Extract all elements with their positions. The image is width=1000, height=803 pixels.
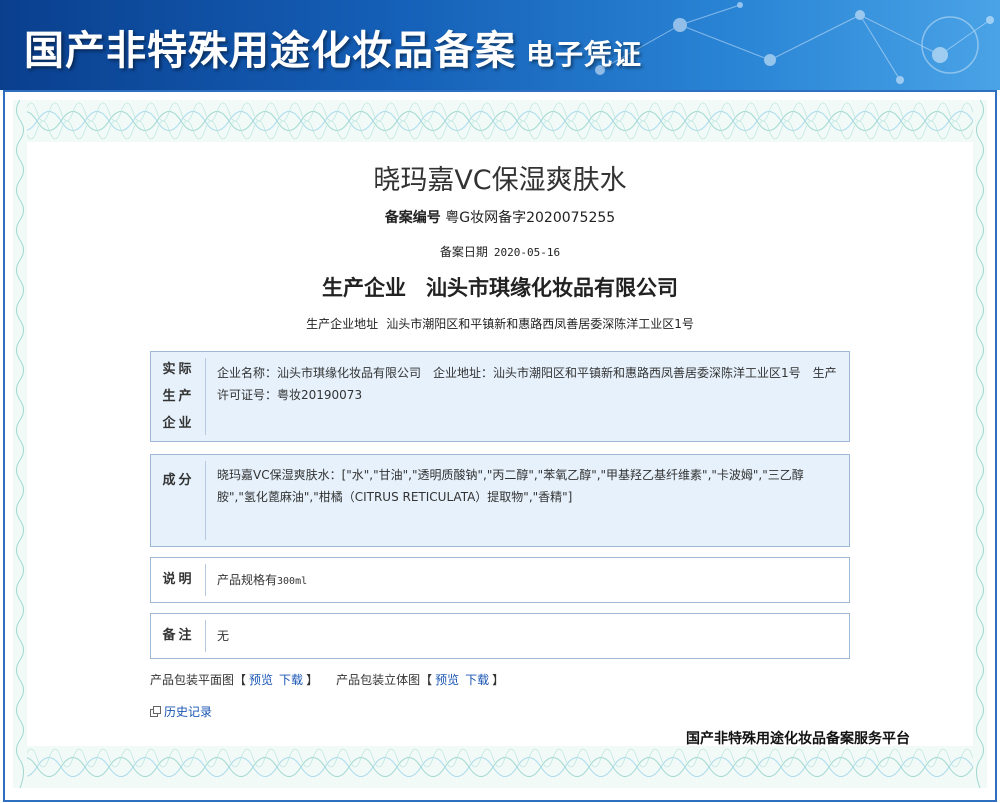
actual-producer-content: 企业名称：汕头市琪缘化妆品有限公司 企业地址：汕头市潮阳区和平镇新和惠路西凤善居…: [217, 366, 837, 402]
actual-producer-box: 实际 生产 企业 企业名称：汕头市琪缘化妆品有限公司 企业地址：汕头市潮阳区和平…: [150, 351, 850, 442]
actual-label-line-1: 实际: [162, 362, 195, 377]
date-row: 备案日期 2020-05-16: [0, 243, 1000, 260]
registration-row: 备案编号 粤G妆网备字2020075255: [0, 207, 1000, 227]
packaging-row: 产品包装平面图【 预览 下载】产品包装立体图【 预览 下载】: [150, 671, 504, 688]
guilloche-border-right: [973, 100, 987, 788]
solid-download-link[interactable]: 下载: [465, 673, 489, 687]
open-bracket: 【: [234, 673, 247, 687]
producer-address-label: 生产企业地址: [306, 317, 379, 331]
producer-label: 生产企业: [322, 275, 406, 300]
ingredients-label: 成分: [151, 455, 206, 546]
flat-download-link[interactable]: 下载: [279, 673, 303, 687]
note-box: 说明 产品规格有300ml: [150, 557, 850, 603]
solid-package-label: 产品包装立体图: [336, 673, 421, 687]
flat-package-label: 产品包装平面图: [150, 673, 235, 687]
header-banner: 国产非特殊用途化妆品备案 电子凭证: [0, 0, 1000, 90]
producer-address: 汕头市潮阳区和平镇新和惠路西凤善居委深陈洋工业区1号: [386, 317, 694, 331]
note-volume: 300ml: [277, 576, 308, 587]
actual-label-line-2: 生产: [162, 389, 195, 404]
registration-date: 2020-05-16: [493, 246, 561, 259]
page-title: 国产非特殊用途化妆品备案 电子凭证: [24, 18, 642, 76]
solid-preview-link[interactable]: 预览: [435, 673, 459, 687]
ingredients-box: 成分 晓玛嘉VC保湿爽肤水：["水","甘油","透明质酸钠","丙二醇","苯…: [150, 454, 850, 547]
history-link[interactable]: 历史记录: [150, 703, 212, 720]
note-label: 说明: [151, 558, 206, 602]
ingredients-content: 晓玛嘉VC保湿爽肤水：["水","甘油","透明质酸钠","丙二醇","苯氧乙醇…: [217, 468, 804, 504]
date-label: 备案日期: [439, 245, 488, 259]
producer-address-row: 生产企业地址 汕头市潮阳区和平镇新和惠路西凤善居委深陈洋工业区1号: [0, 315, 1000, 332]
producer-row: 生产企业 汕头市琪缘化妆品有限公司: [0, 272, 1000, 302]
close-bracket: 】: [306, 673, 319, 687]
registration-number: 粤G妆网备字2020075255: [445, 210, 616, 226]
registration-label: 备案编号: [384, 210, 441, 226]
note-content: 产品规格有300ml: [206, 558, 849, 602]
external-window-icon: [150, 706, 161, 717]
flat-preview-link[interactable]: 预览: [249, 673, 273, 687]
title-sub: 电子凭证: [526, 38, 643, 71]
remark-box: 备注 无: [150, 613, 850, 659]
guilloche-border-left: [13, 100, 27, 788]
guilloche-border-top: [13, 100, 985, 142]
platform-name: 国产非特殊用途化妆品备案服务平台: [686, 731, 910, 747]
remark-label: 备注: [151, 614, 206, 658]
guilloche-border-bottom: [13, 746, 985, 788]
actual-producer-label: 实际 生产 企业: [151, 352, 206, 441]
title-main: 国产非特殊用途化妆品备案: [24, 27, 516, 74]
history-label: 历史记录: [164, 705, 213, 719]
note-prefix: 产品规格有: [217, 573, 278, 587]
remark-content: 无: [217, 629, 230, 643]
close-bracket-2: 】: [492, 673, 505, 687]
product-name: 晓玛嘉VC保湿爽肤水: [373, 165, 627, 196]
producer-name: 汕头市琪缘化妆品有限公司: [426, 275, 678, 300]
open-bracket-2: 【: [420, 673, 433, 687]
actual-label-line-3: 企业: [162, 416, 195, 431]
